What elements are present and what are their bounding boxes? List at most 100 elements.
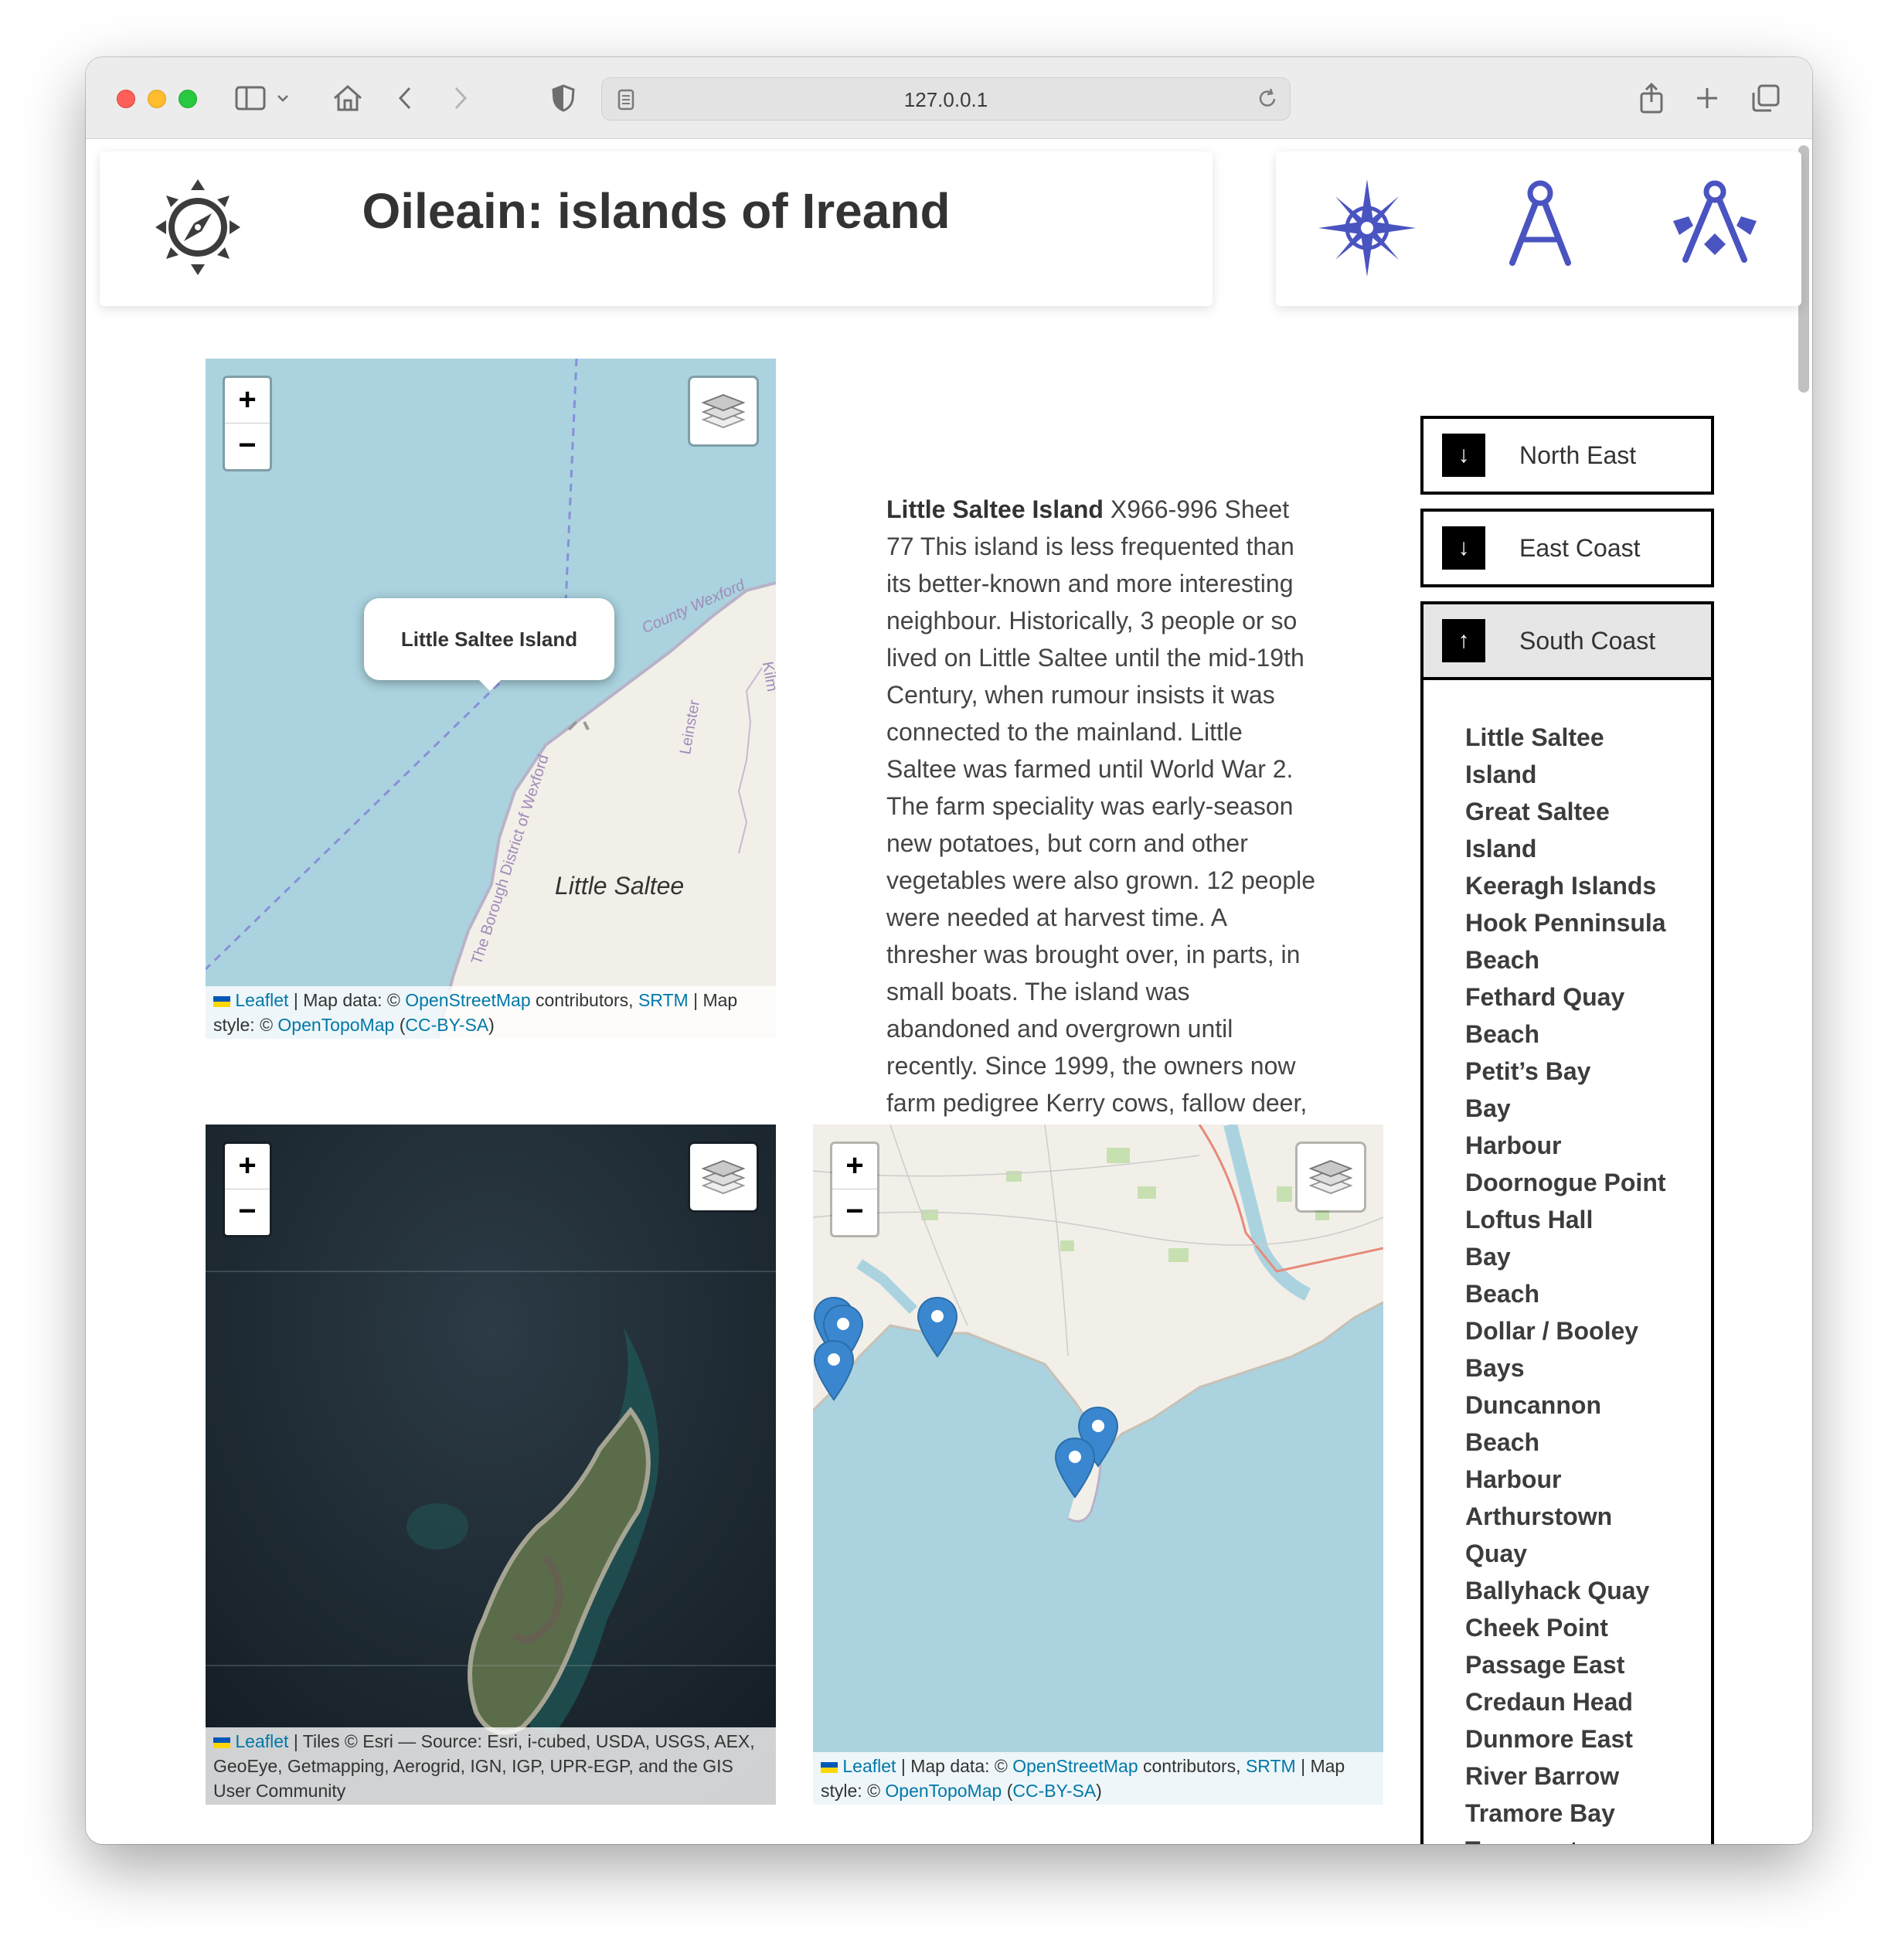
island-list-item[interactable]: Fethard Quay bbox=[1465, 978, 1713, 1016]
zoom-window-button[interactable] bbox=[179, 90, 197, 108]
island-name: Little Saltee Island bbox=[886, 495, 1104, 523]
island-list-item[interactable]: Bay bbox=[1465, 1238, 1713, 1275]
cc-by-sa-link[interactable]: CC-BY-SA bbox=[1012, 1781, 1096, 1801]
attribution-text: contributors, bbox=[530, 990, 638, 1010]
map-marker-pin[interactable] bbox=[813, 1339, 855, 1401]
zoom-in-button[interactable]: + bbox=[832, 1144, 877, 1189]
island-list-item[interactable]: Hook Penninsula bbox=[1465, 904, 1713, 941]
island-label: Little Saltee bbox=[555, 872, 685, 900]
forward-icon[interactable] bbox=[449, 80, 472, 116]
island-list-item[interactable]: Tramore Bay bbox=[1465, 1795, 1713, 1832]
zoom-out-button[interactable]: − bbox=[225, 424, 270, 469]
chevron-down-icon[interactable] bbox=[274, 80, 291, 116]
island-list-item[interactable]: Bays bbox=[1465, 1349, 1713, 1387]
zoom-out-button[interactable]: − bbox=[225, 1189, 270, 1235]
island-list-item[interactable]: River Barrow bbox=[1465, 1758, 1713, 1795]
overview-map[interactable]: + − Leaflet | Map data: © OpenStreetMap … bbox=[813, 1125, 1383, 1805]
island-list-item[interactable]: Great Saltee bbox=[1465, 793, 1713, 830]
opentopomap-link[interactable]: OpenTopoMap bbox=[277, 1015, 394, 1035]
island-list-item[interactable]: Loftus Hall bbox=[1465, 1201, 1713, 1238]
island-list-item[interactable]: Tramore to bbox=[1465, 1832, 1713, 1844]
attribution-text: ) bbox=[1096, 1781, 1102, 1801]
island-list-item[interactable]: Harbour bbox=[1465, 1461, 1713, 1498]
address-bar[interactable]: 127.0.0.1 bbox=[601, 77, 1291, 121]
island-list-item[interactable]: Island bbox=[1465, 830, 1713, 867]
minimize-window-button[interactable] bbox=[148, 90, 166, 108]
layers-control[interactable] bbox=[1295, 1142, 1366, 1213]
srtm-link[interactable]: SRTM bbox=[638, 990, 689, 1010]
satellite-tiles bbox=[206, 1125, 776, 1805]
layers-icon bbox=[702, 393, 745, 429]
zoom-in-button[interactable]: + bbox=[225, 378, 270, 424]
new-tab-icon[interactable] bbox=[1693, 80, 1721, 116]
island-list-item[interactable]: Beach bbox=[1465, 1424, 1713, 1461]
zoom-out-button[interactable]: − bbox=[832, 1189, 877, 1235]
leaflet-link[interactable]: Leaflet bbox=[235, 1731, 288, 1751]
island-list-item[interactable]: Little Saltee bbox=[1465, 719, 1713, 756]
arrow-down-icon: ↓ bbox=[1442, 434, 1485, 477]
island-list-item[interactable]: Bay bbox=[1465, 1090, 1713, 1127]
attribution-text: ( bbox=[1002, 1781, 1013, 1801]
map-marker-pin[interactable] bbox=[1054, 1437, 1096, 1499]
accordion-east-coast[interactable]: ↓ East Coast bbox=[1420, 509, 1714, 587]
topo-map-detail[interactable]: County Wexford Kilm Leinster The Borough… bbox=[206, 359, 776, 1039]
layers-control[interactable] bbox=[688, 376, 759, 447]
leaflet-link[interactable]: Leaflet bbox=[235, 990, 288, 1010]
island-list-item[interactable]: Duncannon bbox=[1465, 1387, 1713, 1424]
island-list-item[interactable]: Dunmore East bbox=[1465, 1720, 1713, 1758]
island-list-item[interactable]: Dollar / Booley bbox=[1465, 1312, 1713, 1349]
reload-icon[interactable] bbox=[1256, 87, 1279, 114]
island-list-item[interactable]: Quay bbox=[1465, 1535, 1713, 1572]
layers-control[interactable] bbox=[688, 1142, 759, 1213]
island-list-item[interactable]: Harbour bbox=[1465, 1127, 1713, 1164]
compass-rose-icon[interactable] bbox=[1318, 179, 1416, 281]
arrow-down-icon: ↓ bbox=[1442, 526, 1485, 570]
island-list-item[interactable]: Island bbox=[1465, 756, 1713, 793]
accordion-south-coast[interactable]: ↑ South Coast bbox=[1420, 601, 1714, 680]
island-list-item[interactable]: Passage East bbox=[1465, 1646, 1713, 1683]
zoom-control: + − bbox=[223, 376, 272, 471]
island-list-item[interactable]: Beach bbox=[1465, 1016, 1713, 1053]
island-list-item[interactable]: Arthurstown bbox=[1465, 1498, 1713, 1535]
accordion-north-east[interactable]: ↓ North East bbox=[1420, 416, 1714, 495]
island-list-item[interactable]: Keeragh Islands bbox=[1465, 867, 1713, 904]
osm-link[interactable]: OpenStreetMap bbox=[1012, 1756, 1138, 1776]
island-list-item[interactable]: Credaun Head bbox=[1465, 1683, 1713, 1720]
back-icon[interactable] bbox=[393, 80, 417, 116]
attribution-text: | Map data: © bbox=[896, 1756, 1013, 1776]
home-icon[interactable] bbox=[330, 80, 366, 116]
accordion-label: North East bbox=[1519, 441, 1637, 469]
compass-tools-icon[interactable] bbox=[1672, 179, 1758, 270]
island-list-item[interactable]: Doornogue Point bbox=[1465, 1164, 1713, 1201]
map-popup[interactable]: Little Saltee Island bbox=[364, 598, 614, 680]
browser-window: 127.0.0.1 Oileain: islands of Ireand Cou… bbox=[86, 57, 1812, 1844]
island-list-item[interactable]: Cheek Point bbox=[1465, 1609, 1713, 1646]
layers-icon bbox=[1309, 1159, 1352, 1195]
popup-label: Little Saltee Island bbox=[400, 627, 578, 651]
map-attribution: Leaflet | Map data: © OpenStreetMap cont… bbox=[206, 986, 776, 1039]
share-icon[interactable] bbox=[1636, 80, 1667, 116]
attribution-text: | Tiles © Esri — Source: Esri, i-cubed, … bbox=[213, 1731, 755, 1801]
zoom-control: + − bbox=[223, 1142, 272, 1237]
cc-by-sa-link[interactable]: CC-BY-SA bbox=[405, 1015, 488, 1035]
srtm-link[interactable]: SRTM bbox=[1246, 1756, 1296, 1776]
tab-overview-icon[interactable] bbox=[1750, 80, 1781, 116]
close-window-button[interactable] bbox=[117, 90, 135, 108]
osm-link[interactable]: OpenStreetMap bbox=[405, 990, 530, 1010]
zoom-in-button[interactable]: + bbox=[225, 1144, 270, 1189]
drafting-compass-icon[interactable] bbox=[1508, 179, 1573, 270]
opentopomap-link[interactable]: OpenTopoMap bbox=[885, 1781, 1002, 1801]
map-marker-pin[interactable] bbox=[917, 1296, 958, 1358]
accordion-label: South Coast bbox=[1519, 626, 1656, 655]
island-description: Little Saltee Island X966-996 Sheet 77 T… bbox=[886, 491, 1319, 1159]
map-attribution: Leaflet | Tiles © Esri — Source: Esri, i… bbox=[206, 1727, 776, 1805]
island-list-item[interactable]: Ballyhack Quay bbox=[1465, 1572, 1713, 1609]
leaflet-link[interactable]: Leaflet bbox=[842, 1756, 896, 1776]
sidebar-toggle-icon[interactable] bbox=[233, 80, 268, 116]
island-list-item[interactable]: Beach bbox=[1465, 1275, 1713, 1312]
privacy-shield-icon[interactable] bbox=[549, 80, 577, 116]
accordion-label: East Coast bbox=[1519, 533, 1641, 562]
island-list-item[interactable]: Petit’s Bay bbox=[1465, 1053, 1713, 1090]
island-list-item[interactable]: Beach bbox=[1465, 941, 1713, 978]
satellite-map[interactable]: + − Leaflet | Tiles © Esri — Source: Esr… bbox=[206, 1125, 776, 1805]
